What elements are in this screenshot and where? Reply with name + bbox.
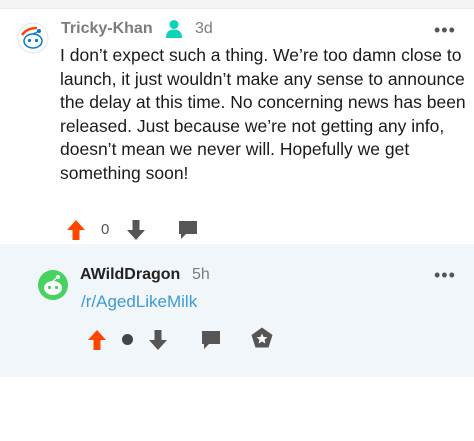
reply-container [0,244,474,377]
upvote-arrow-icon[interactable] [66,219,86,246]
downvote-arrow-icon[interactable] [126,219,146,246]
subreddit-link[interactable]: /r/AgedLikeMilk [81,292,197,312]
user-avatar[interactable] [17,22,49,54]
award-icon[interactable] [249,326,275,357]
reply-username[interactable]: AWildDragon [80,266,180,284]
comment-username[interactable]: Tricky-Khan [61,20,153,38]
vote-score-dot [122,334,133,345]
reply-more-options-button[interactable]: ••• [434,266,456,284]
reply-timestamp: 5h [192,266,210,283]
reply-downvote-arrow-icon[interactable] [148,329,168,356]
user-badge-icon [165,19,183,44]
comment-more-options-button[interactable]: ••• [434,21,456,39]
comment-body: I don’t expect such a thing. We’re too d… [60,45,466,183]
reply-user-avatar[interactable] [37,269,68,300]
comment-timestamp: 3d [195,20,213,37]
vote-count: 0 [101,221,110,238]
top-divider [0,0,474,9]
reply-upvote-arrow-icon[interactable] [87,329,107,356]
reply-comment-icon[interactable] [177,219,199,246]
reply-comment-icon[interactable] [200,329,222,356]
